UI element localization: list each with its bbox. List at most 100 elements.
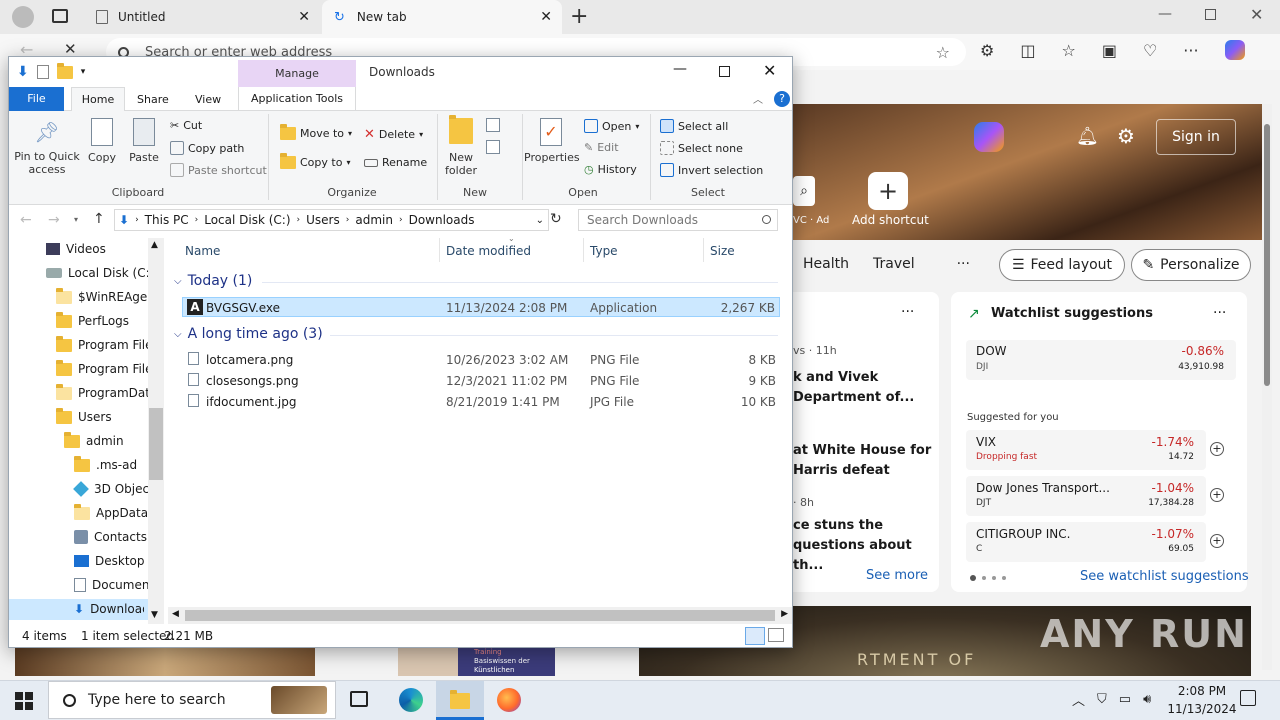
column-date-modified[interactable]: Date modified bbox=[446, 244, 531, 258]
file-row[interactable]: closesongs.png 12/3/2021 11:02 PM PNG Fi… bbox=[182, 371, 780, 391]
group-header-long-ago[interactable]: ⌵ A long time ago (3) bbox=[174, 326, 323, 342]
tab-share[interactable]: Share bbox=[137, 93, 169, 106]
column-name[interactable]: Name bbox=[185, 244, 220, 258]
restore-icon[interactable] bbox=[1205, 9, 1216, 20]
crumb-admin[interactable]: admin bbox=[355, 213, 393, 227]
scrollbar-thumb[interactable] bbox=[1264, 124, 1270, 386]
group-header-today[interactable]: ⌵ Today (1) bbox=[174, 273, 252, 289]
network-icon[interactable]: ▭ bbox=[1119, 692, 1131, 707]
scroll-right-icon[interactable]: ▶ bbox=[781, 609, 788, 619]
close-icon[interactable]: ✕ bbox=[298, 9, 310, 25]
properties-button[interactable]: ✓ Properties bbox=[524, 118, 580, 164]
scrollbar-thumb[interactable] bbox=[185, 610, 775, 621]
personalize-button[interactable]: ✎ Personalize bbox=[1131, 249, 1251, 281]
news-headline[interactable]: ce stuns the questions about th... bbox=[793, 516, 939, 576]
crumb-users[interactable]: Users bbox=[306, 213, 340, 227]
shortcut-tile-partial[interactable]: ⌕ bbox=[793, 176, 815, 206]
clock-date[interactable]: 11/13/2024 bbox=[1164, 702, 1240, 716]
search-box[interactable]: Search Downloads bbox=[578, 209, 778, 231]
task-view-icon[interactable] bbox=[350, 691, 368, 707]
feed-layout-button[interactable]: ☰ Feed layout bbox=[999, 249, 1125, 281]
copy-path-button[interactable]: Copy path bbox=[170, 141, 244, 155]
delete-button[interactable]: ✕ Delete ▾ bbox=[364, 127, 423, 142]
page-scrollbar[interactable] bbox=[1262, 104, 1272, 670]
tree-scrollbar[interactable]: ▲ ▼ bbox=[148, 238, 164, 624]
start-windows-icon[interactable] bbox=[15, 692, 33, 710]
column-type[interactable]: Type bbox=[590, 244, 618, 258]
tree-item-videos[interactable]: Videos bbox=[46, 242, 106, 256]
see-more-link[interactable]: See more bbox=[866, 568, 928, 583]
paste-button[interactable]: Paste bbox=[127, 118, 161, 164]
select-all-button[interactable]: Select all bbox=[660, 119, 728, 133]
scroll-left-icon[interactable]: ◀ bbox=[172, 609, 179, 619]
tree-item-users[interactable]: Users bbox=[56, 407, 112, 424]
tree-item-program-files[interactable]: Program Files bbox=[56, 335, 159, 352]
new-folder-icon[interactable] bbox=[56, 62, 73, 79]
easy-access-icon[interactable] bbox=[486, 140, 500, 154]
split-screen-icon[interactable]: ◫ bbox=[1020, 41, 1035, 60]
taskbar-search-box[interactable]: Type here to search bbox=[48, 681, 336, 719]
open-button[interactable]: Open ▾ bbox=[584, 119, 639, 133]
tree-item-local-disk[interactable]: Local Disk (C:) bbox=[46, 266, 154, 280]
down-arrow-icon[interactable]: ⬇ bbox=[17, 64, 29, 80]
new-folder-button[interactable]: New folder bbox=[442, 115, 480, 177]
help-icon[interactable]: ? bbox=[774, 91, 790, 107]
tab-file[interactable]: File bbox=[9, 87, 64, 111]
add-icon[interactable]: + bbox=[1210, 534, 1224, 548]
favorite-star-icon[interactable]: ☆ bbox=[936, 43, 950, 62]
security-icon[interactable]: ⛉ bbox=[1097, 692, 1107, 707]
tree-item-admin[interactable]: admin bbox=[64, 431, 124, 448]
nav-health[interactable]: Health bbox=[803, 256, 849, 272]
edge-taskbar-icon[interactable] bbox=[399, 688, 423, 712]
tab-view[interactable]: View bbox=[195, 93, 221, 106]
scroll-down-icon[interactable]: ▼ bbox=[151, 610, 158, 620]
horizontal-scrollbar[interactable]: ◀ ▶ bbox=[168, 607, 792, 624]
nav-travel[interactable]: Travel bbox=[873, 256, 915, 272]
crumb-local-disk[interactable]: Local Disk (C:) bbox=[204, 213, 290, 227]
copy-to-button[interactable]: Copy to ▾ bbox=[280, 153, 350, 169]
edit-button[interactable]: ✎ Edit bbox=[584, 141, 619, 154]
add-shortcut-button[interactable]: + bbox=[868, 172, 908, 210]
news-tile-image[interactable]: Training Basiswissen der Künstlichen bbox=[398, 648, 555, 676]
tree-item-documents[interactable]: Documents bbox=[74, 578, 148, 592]
details-view-icon[interactable] bbox=[745, 627, 765, 645]
tree-item-desktop[interactable]: Desktop bbox=[74, 554, 145, 568]
notifications-bell-icon[interactable]: 🔔︎ bbox=[1076, 126, 1099, 147]
file-row-selected[interactable]: A BVGSGV.exe 11/13/2024 2:08 PM Applicat… bbox=[182, 297, 780, 317]
scroll-up-icon[interactable]: ▲ bbox=[151, 240, 158, 250]
minimize-icon[interactable]: — bbox=[673, 61, 687, 77]
file-explorer-taskbar-button[interactable] bbox=[436, 681, 484, 720]
collapse-ribbon-icon[interactable]: ︿ bbox=[753, 91, 763, 106]
tab-application-tools[interactable]: Application Tools bbox=[238, 87, 356, 111]
scrollbar-thumb[interactable] bbox=[149, 408, 163, 480]
tab-untitled[interactable]: Untitled ✕ bbox=[84, 0, 320, 34]
minimize-icon[interactable]: — bbox=[1158, 6, 1172, 22]
refresh-icon[interactable]: ↻ bbox=[550, 211, 562, 227]
new-item-icon[interactable] bbox=[486, 118, 500, 132]
firefox-taskbar-icon[interactable] bbox=[497, 688, 521, 712]
close-icon[interactable]: ✕ bbox=[540, 9, 552, 25]
tab-home[interactable]: Home bbox=[71, 87, 125, 112]
maximize-icon[interactable] bbox=[719, 66, 730, 77]
watchlist-more-icon[interactable]: ··· bbox=[1213, 305, 1226, 321]
recent-locations-icon[interactable]: ▾ bbox=[74, 215, 78, 224]
volume-icon[interactable]: 🔊︎ bbox=[1143, 692, 1151, 707]
collections-icon[interactable]: ▣ bbox=[1102, 41, 1117, 60]
add-icon[interactable]: + bbox=[1210, 488, 1224, 502]
copy-button[interactable]: Copy bbox=[86, 118, 118, 164]
copilot-logo-icon[interactable] bbox=[974, 122, 1004, 152]
more-icon[interactable]: ··· bbox=[1183, 41, 1198, 60]
tree-item-perflogs[interactable]: PerfLogs bbox=[56, 311, 129, 328]
copilot-icon[interactable] bbox=[1224, 40, 1245, 60]
watchlist-row[interactable]: CITIGROUP INC. C -1.07% 69.05 bbox=[966, 522, 1206, 562]
file-row[interactable]: lotcamera.png 10/26/2023 3:02 AM PNG Fil… bbox=[182, 350, 780, 370]
add-icon[interactable]: + bbox=[1210, 442, 1224, 456]
paste-shortcut-button[interactable]: Paste shortcut bbox=[170, 163, 267, 177]
tree-item-contacts[interactable]: Contacts bbox=[74, 530, 147, 544]
close-window-icon[interactable]: ✕ bbox=[1250, 5, 1263, 24]
large-icons-view-icon[interactable] bbox=[768, 628, 784, 642]
tree-item-ms-ad[interactable]: .ms-ad bbox=[74, 455, 137, 472]
profile-icon[interactable] bbox=[12, 6, 34, 28]
customize-icon[interactable]: ▾ bbox=[81, 67, 86, 77]
tab-new-tab[interactable]: ↻ New tab ✕ bbox=[322, 0, 562, 34]
